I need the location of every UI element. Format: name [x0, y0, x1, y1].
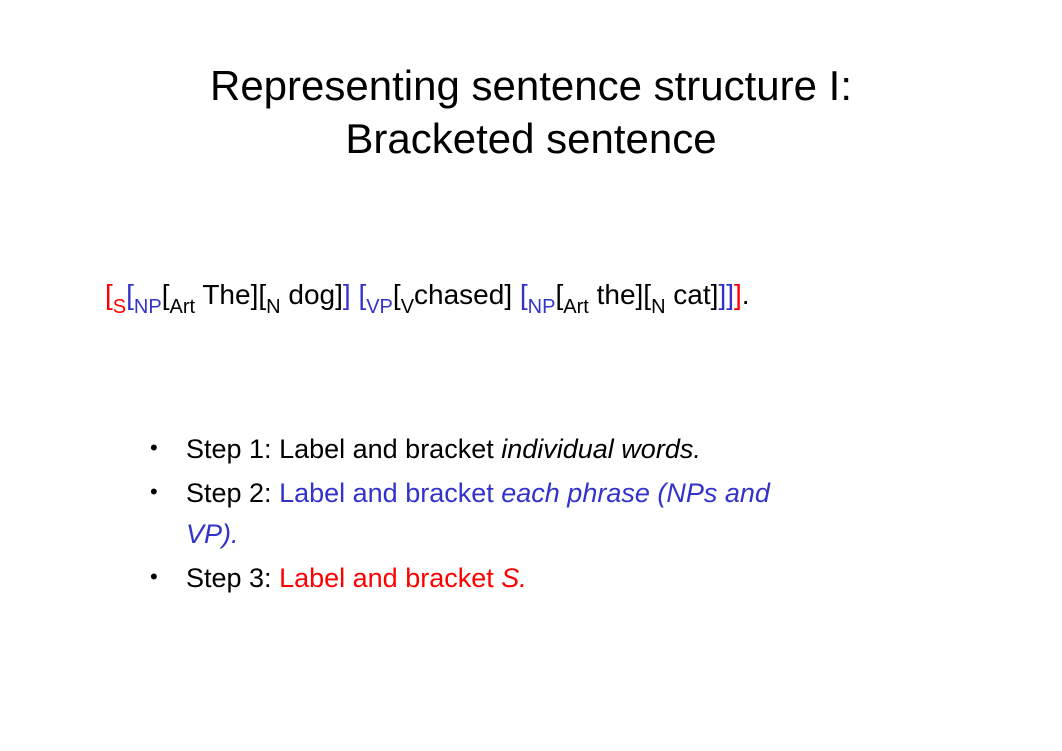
label-np2: NP [528, 296, 556, 318]
label-n1: N [266, 296, 280, 318]
title-line-2: Bracketed sentence [345, 115, 716, 162]
bracket-open-n1: [ [258, 279, 266, 310]
word-dog: dog [281, 279, 336, 310]
step-2-plain: Label and bracket [279, 478, 501, 508]
steps-list: Step 1: Label and bracket individual wor… [150, 429, 982, 599]
label-s: S [113, 296, 126, 318]
period: . [742, 279, 750, 310]
step-2-italic-a: each phrase (NPs and [501, 478, 770, 508]
step-2-italic-b: VP). [186, 519, 239, 549]
space2 [512, 279, 520, 310]
step-1: Step 1: Label and bracket individual wor… [150, 429, 982, 470]
step-2-prefix: Step 2: [186, 478, 279, 508]
label-art1: Art [169, 296, 195, 318]
step-3-prefix: Step 3: [186, 563, 279, 593]
label-v: V [401, 296, 414, 318]
bracket-open-v: [ [393, 279, 401, 310]
bracket-close-np1: ] [343, 279, 351, 310]
bracket-open-s: [ [105, 279, 113, 310]
step-3-italic: S. [501, 563, 527, 593]
bracket-close-n1: ] [335, 279, 343, 310]
word-the1: The [195, 279, 251, 310]
bracket-close-s: ] [734, 279, 742, 310]
bracket-close-v: ] [504, 279, 512, 310]
slide-title: Representing sentence structure I: Brack… [80, 60, 982, 165]
word-the2: the [589, 279, 636, 310]
slide: Representing sentence structure I: Brack… [0, 0, 1062, 751]
word-cat: cat [666, 279, 711, 310]
step-3: Step 3: Label and bracket S. [150, 558, 982, 599]
bracket-open-np1: [ [126, 279, 134, 310]
label-np1: NP [134, 296, 162, 318]
bracket-open-np2: [ [520, 279, 528, 310]
label-vp: VP [366, 296, 393, 318]
title-line-1: Representing sentence structure I: [210, 62, 852, 109]
label-art2: Art [563, 296, 589, 318]
step-2: Step 2: Label and bracket each phrase (N… [150, 473, 982, 554]
bracket-close-vp: ] [726, 279, 734, 310]
step-1-italic: individual words. [501, 434, 701, 464]
step-3-plain: Label and bracket [279, 563, 501, 593]
bracketed-sentence: [S[NP[Art The][N dog]] [VP[Vchased] [NP[… [105, 275, 982, 319]
label-n2: N [651, 296, 665, 318]
word-chased: chased [414, 279, 504, 310]
step-1-prefix: Step 1: Label and bracket [186, 434, 501, 464]
bracket-open-n2: [ [643, 279, 651, 310]
